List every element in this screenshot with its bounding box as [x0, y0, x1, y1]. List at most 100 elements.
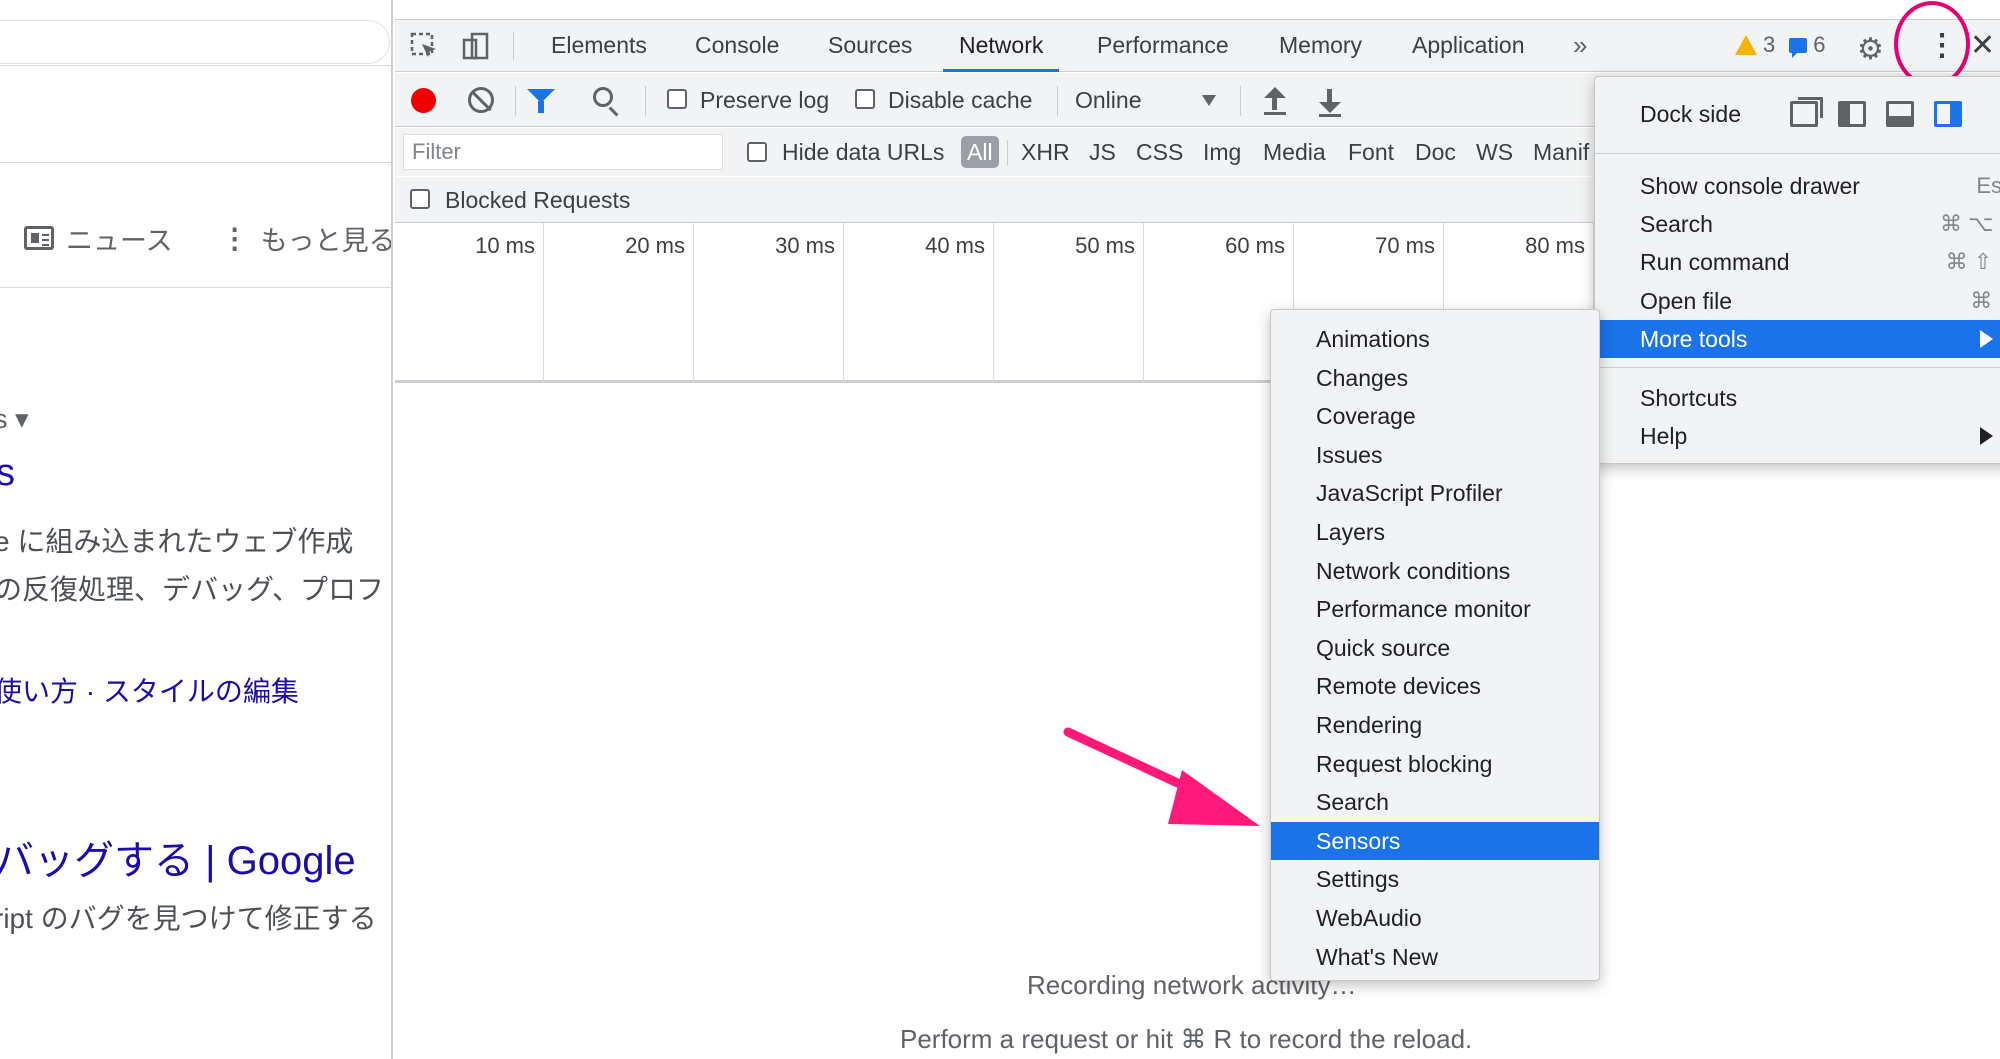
preserve-log-checkbox[interactable]	[667, 89, 687, 109]
filter-funnel-icon[interactable]	[527, 89, 555, 113]
more-vert-icon: ⋮	[220, 222, 249, 254]
type-filter-img[interactable]: Img	[1203, 128, 1241, 176]
dock-bottom-icon[interactable]	[1886, 101, 1914, 127]
result-sitelinks[interactable]: 使い方 · スタイルの編集	[0, 670, 299, 710]
result-title-link[interactable]: s	[0, 452, 15, 495]
more-tools-item-performance-monitor[interactable]: Performance monitor	[1271, 590, 1599, 628]
result-breadcrumb[interactable]: s ▾	[0, 404, 29, 435]
type-filter-js[interactable]: JS	[1089, 128, 1116, 176]
menu-item-shortcut: ⌘ ⇧ P	[1945, 249, 2000, 274]
snippet-line: e に組み込まれたウェブ作成	[0, 526, 354, 557]
customize-menu: Dock side Show console drawer Esc Search…	[1594, 76, 2000, 464]
menu-item-label: Animations	[1316, 326, 1430, 352]
settings-gear-icon[interactable]: ⚙	[1857, 32, 1884, 67]
menu-item-help[interactable]: Help	[1595, 417, 2000, 455]
preserve-log-label[interactable]: Preserve log	[700, 73, 829, 127]
more-tools-item-issues[interactable]: Issues	[1271, 436, 1599, 474]
more-tools-item-quick-source[interactable]: Quick source	[1271, 629, 1599, 667]
timeline-tick-label: 20 ms	[625, 233, 685, 258]
more-tools-item-sensors[interactable]: Sensors	[1271, 821, 1599, 860]
search-icon[interactable]	[593, 87, 613, 107]
menu-item-label: Issues	[1316, 441, 1383, 468]
more-tools-item-search[interactable]: Search	[1271, 783, 1599, 821]
more-tools-item-settings[interactable]: Settings	[1271, 860, 1599, 898]
tab-more-label: もっと見る	[260, 225, 393, 256]
timeline-tick-label: 50 ms	[1075, 233, 1135, 258]
chevron-down-icon[interactable]	[1202, 95, 1216, 106]
undock-icon[interactable]	[1790, 97, 1823, 127]
tab-application[interactable]: Application	[1412, 20, 1525, 72]
separator	[515, 86, 516, 116]
disable-cache-checkbox[interactable]	[855, 89, 875, 109]
warnings-count: 3	[1763, 32, 1776, 57]
clear-icon[interactable]	[468, 87, 494, 113]
more-tools-item-changes[interactable]: Changes	[1271, 359, 1599, 397]
close-icon[interactable]: ✕	[1970, 28, 1995, 63]
search-box[interactable]	[0, 20, 390, 64]
menu-item-show-console-drawer[interactable]: Show console drawer Esc	[1595, 167, 2000, 205]
more-tabs-chevron-icon[interactable]: »	[1573, 20, 1587, 72]
dock-right-icon[interactable]	[1934, 101, 1962, 127]
tab-network[interactable]: Network	[943, 20, 1060, 72]
menu-item-run-command[interactable]: Run command ⌘ ⇧ P	[1595, 243, 2000, 281]
more-tools-item-rendering[interactable]: Rendering	[1271, 706, 1599, 744]
type-filter-manifest[interactable]: Manif	[1533, 128, 1589, 176]
type-filter-xhr[interactable]: XHR	[1021, 128, 1070, 176]
separator	[1057, 86, 1058, 116]
type-filter-doc[interactable]: Doc	[1415, 128, 1456, 176]
result-snippet: e に組み込まれたウェブ作成 の反復処理、デバッグ、プロフ	[0, 518, 384, 614]
menu-item-shortcut: ⌘ ⌥ F	[1939, 211, 2000, 236]
record-button-icon[interactable]	[411, 88, 436, 113]
message-icon	[1789, 37, 1808, 58]
result-title-link[interactable]: バッグする | Google	[0, 828, 356, 886]
disable-cache-label[interactable]: Disable cache	[888, 73, 1032, 127]
blocked-requests-label[interactable]: Blocked Requests	[445, 177, 630, 223]
tab-memory[interactable]: Memory	[1279, 20, 1362, 72]
type-filter-ws[interactable]: WS	[1476, 128, 1513, 176]
more-tools-item-what-s-new[interactable]: What's New	[1271, 938, 1599, 976]
throttling-select[interactable]: Online	[1075, 73, 1141, 127]
type-filter-css[interactable]: CSS	[1136, 128, 1183, 176]
menu-separator	[1595, 153, 2000, 154]
device-toolbar-icon[interactable]	[461, 31, 491, 61]
timeline-tick-label: 40 ms	[925, 233, 985, 258]
menu-item-label: Search	[1316, 789, 1389, 816]
issues-counter[interactable]: 3 6	[1735, 32, 1826, 58]
more-tools-item-coverage[interactable]: Coverage	[1271, 397, 1599, 435]
more-tools-item-network-conditions[interactable]: Network conditions	[1271, 552, 1599, 590]
import-bar	[1264, 112, 1286, 115]
blocked-requests-checkbox[interactable]	[410, 189, 430, 209]
menu-item-more-tools[interactable]: More tools	[1595, 320, 2000, 358]
more-tools-item-javascript-profiler[interactable]: JavaScript Profiler	[1271, 474, 1599, 512]
import-har-icon[interactable]	[1264, 87, 1286, 115]
menu-item-label: Show console drawer	[1640, 173, 1860, 199]
menu-item-shortcuts[interactable]: Shortcuts	[1595, 379, 2000, 417]
more-tools-item-request-blocking[interactable]: Request blocking	[1271, 745, 1599, 783]
dock-left-icon[interactable]	[1838, 101, 1866, 127]
filter-input[interactable]: Filter	[403, 134, 723, 170]
menu-item-open-file[interactable]: Open file ⌘ P	[1595, 282, 2000, 320]
tab-news[interactable]: ニュース	[24, 219, 173, 258]
more-tools-item-webaudio[interactable]: WebAudio	[1271, 899, 1599, 937]
hide-data-urls-label[interactable]: Hide data URLs	[782, 128, 944, 176]
type-filter-media[interactable]: Media	[1263, 128, 1326, 176]
tab-elements[interactable]: Elements	[551, 20, 647, 72]
menu-item-search[interactable]: Search ⌘ ⌥ F	[1595, 205, 2000, 243]
inspect-element-icon[interactable]	[409, 31, 439, 61]
type-filter-font[interactable]: Font	[1348, 128, 1394, 176]
menu-separator	[1595, 367, 2000, 368]
hide-data-urls-checkbox[interactable]	[747, 142, 767, 162]
tab-more[interactable]: ⋮ もっと見る	[220, 219, 393, 258]
more-tools-item-remote-devices[interactable]: Remote devices	[1271, 667, 1599, 705]
tab-sources[interactable]: Sources	[828, 20, 912, 72]
menu-item-label: Network conditions	[1316, 557, 1511, 584]
divider	[0, 162, 391, 163]
tab-performance[interactable]: Performance	[1097, 20, 1229, 72]
timeline-gridline	[1143, 223, 1144, 383]
type-filter-all[interactable]: All	[961, 136, 999, 168]
more-tools-item-layers[interactable]: Layers	[1271, 513, 1599, 551]
tab-console[interactable]: Console	[695, 20, 779, 72]
export-har-icon[interactable]	[1319, 87, 1341, 117]
more-tools-item-animations[interactable]: Animations	[1271, 320, 1599, 358]
menu-item-shortcut: ⌘ P	[1970, 288, 2000, 313]
